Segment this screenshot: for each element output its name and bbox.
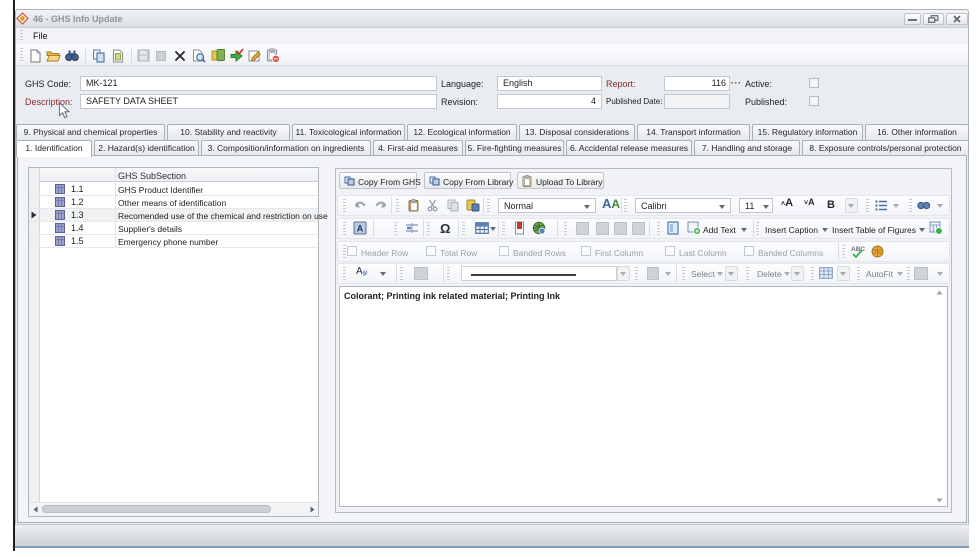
svg-text:ABC: ABC — [851, 246, 865, 253]
svg-text:A: A — [357, 224, 364, 234]
